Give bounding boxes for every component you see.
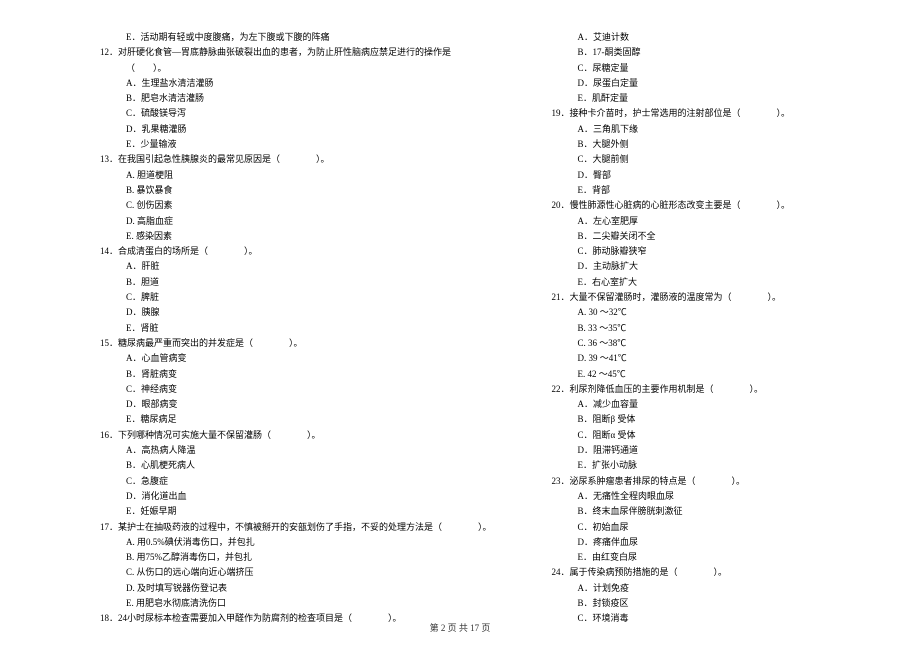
text-line: B．二尖瓣关闭不全 (552, 229, 850, 244)
text-line: B．肾脏病变 (100, 367, 492, 382)
text-line: A．肝脏 (100, 259, 492, 274)
text-line: B. 33 ～35℃ (552, 321, 850, 336)
text-line: D．乳果糖灌肠 (100, 122, 492, 137)
text-line: D. 高脂血症 (100, 214, 492, 229)
text-line: E．少量输液 (100, 137, 492, 152)
text-line: 24．属于传染病预防措施的是（ ）。 (552, 565, 850, 580)
text-line: B．17-酮类固醇 (552, 45, 850, 60)
text-line: B．封锁疫区 (552, 596, 850, 611)
text-line: 19．接种卡介苗时，护士常选用的注射部位是（ ）。 (552, 106, 850, 121)
text-line: C. 从伤口的远心端向近心端挤压 (100, 565, 492, 580)
text-line: E．由红变白尿 (552, 550, 850, 565)
text-line: A．无痛性全程肉眼血尿 (552, 489, 850, 504)
text-line: D. 39 ～41℃ (552, 351, 850, 366)
text-line: E．右心室扩大 (552, 275, 850, 290)
text-line: A．生理盐水清洁灌肠 (100, 76, 492, 91)
text-line: B．胆道 (100, 275, 492, 290)
text-line: E．背部 (552, 183, 850, 198)
text-line: B．阻断β 受体 (552, 412, 850, 427)
text-line: 12．对肝硬化食管—胃底静脉曲张破裂出血的患者，为防止肝性脑病应禁足进行的操作是 (100, 45, 492, 60)
text-line: E．妊娠早期 (100, 504, 492, 519)
text-line: D. 及时填写锐器伤登记表 (100, 581, 492, 596)
text-line: E. 感染因素 (100, 229, 492, 244)
text-line: A．心血管病变 (100, 351, 492, 366)
text-line: D．胰腺 (100, 305, 492, 320)
text-line: （ ）。 (100, 61, 492, 76)
text-line: A．计划免疫 (552, 581, 850, 596)
text-line: E．糖尿病足 (100, 412, 492, 427)
text-line: 16．下列哪种情况可实施大量不保留灌肠（ ）。 (100, 428, 492, 443)
text-line: D．消化道出血 (100, 489, 492, 504)
text-line: C．大腿前侧 (552, 152, 850, 167)
text-line: C．尿糖定量 (552, 61, 850, 76)
text-line: C．阻断α 受体 (552, 428, 850, 443)
text-line: A．左心室肥厚 (552, 214, 850, 229)
text-line: D．阻滞钙通道 (552, 443, 850, 458)
text-line: E．活动期有轻或中度腹痛，为左下腹或下腹的阵痛 (100, 30, 492, 45)
text-line: C．肺动脉瓣狭窄 (552, 244, 850, 259)
text-line: C．硫酸镁导泻 (100, 106, 492, 121)
text-line: B. 暴饮暴食 (100, 183, 492, 198)
text-line: A．减少血容量 (552, 397, 850, 412)
text-line: 22．利尿剂降低血压的主要作用机制是（ ）。 (552, 382, 850, 397)
text-line: C. 36 ～38℃ (552, 336, 850, 351)
text-line: 15．糖尿病最严重而突出的并发症是（ ）。 (100, 336, 492, 351)
text-line: A．三角肌下缘 (552, 122, 850, 137)
text-line: E. 用肥皂水彻底清洗伤口 (100, 596, 492, 611)
page-footer: 第 2 页 共 17 页 (0, 621, 920, 634)
text-line: D．眼部病变 (100, 397, 492, 412)
text-line: 23．泌尿系肿瘤患者排尿的特点是（ ）。 (552, 474, 850, 489)
text-line: 21．大量不保留灌肠时，灌肠液的温度常为（ ）。 (552, 290, 850, 305)
text-line: B．大腿外侧 (552, 137, 850, 152)
text-line: E．肾脏 (100, 321, 492, 336)
text-line: 17．某护士在抽吸药液的过程中，不慎被掰开的安瓿划伤了手指，不妥的处理方法是（ … (100, 520, 492, 535)
text-line: 20．慢性肺源性心脏病的心脏形态改变主要是（ ）。 (552, 198, 850, 213)
text-line: E．肌酐定量 (552, 91, 850, 106)
text-line: A. 用0.5%碘伏消毒伤口，并包扎 (100, 535, 492, 550)
text-line: D．疼痛伴血尿 (552, 535, 850, 550)
text-line: A. 30 ～32℃ (552, 305, 850, 320)
text-line: D．臀部 (552, 168, 850, 183)
text-line: C．脾脏 (100, 290, 492, 305)
text-line: B. 用75%乙醇消毒伤口，并包扎 (100, 550, 492, 565)
text-line: E．扩张小动脉 (552, 458, 850, 473)
text-line: C．初始血尿 (552, 520, 850, 535)
text-line: 14．合成清蛋白的场所是（ ）。 (100, 244, 492, 259)
text-line: A. 胆道梗阻 (100, 168, 492, 183)
text-line: A．艾迪计数 (552, 30, 850, 45)
text-line: B．心肌梗死病人 (100, 458, 492, 473)
text-line: B．肥皂水清洁灌肠 (100, 91, 492, 106)
text-line: C．神经病变 (100, 382, 492, 397)
text-line: C. 创伤因素 (100, 198, 492, 213)
text-line: 13．在我国引起急性胰腺炎的最常见原因是（ ）。 (100, 152, 492, 167)
text-line: C．急腹症 (100, 474, 492, 489)
text-line: B．终末血尿伴膀胱刺激征 (552, 504, 850, 519)
text-line: E. 42 ～45℃ (552, 367, 850, 382)
text-line: A．高热病人降温 (100, 443, 492, 458)
text-line: D．尿蛋白定量 (552, 76, 850, 91)
text-line: D．主动脉扩大 (552, 259, 850, 274)
